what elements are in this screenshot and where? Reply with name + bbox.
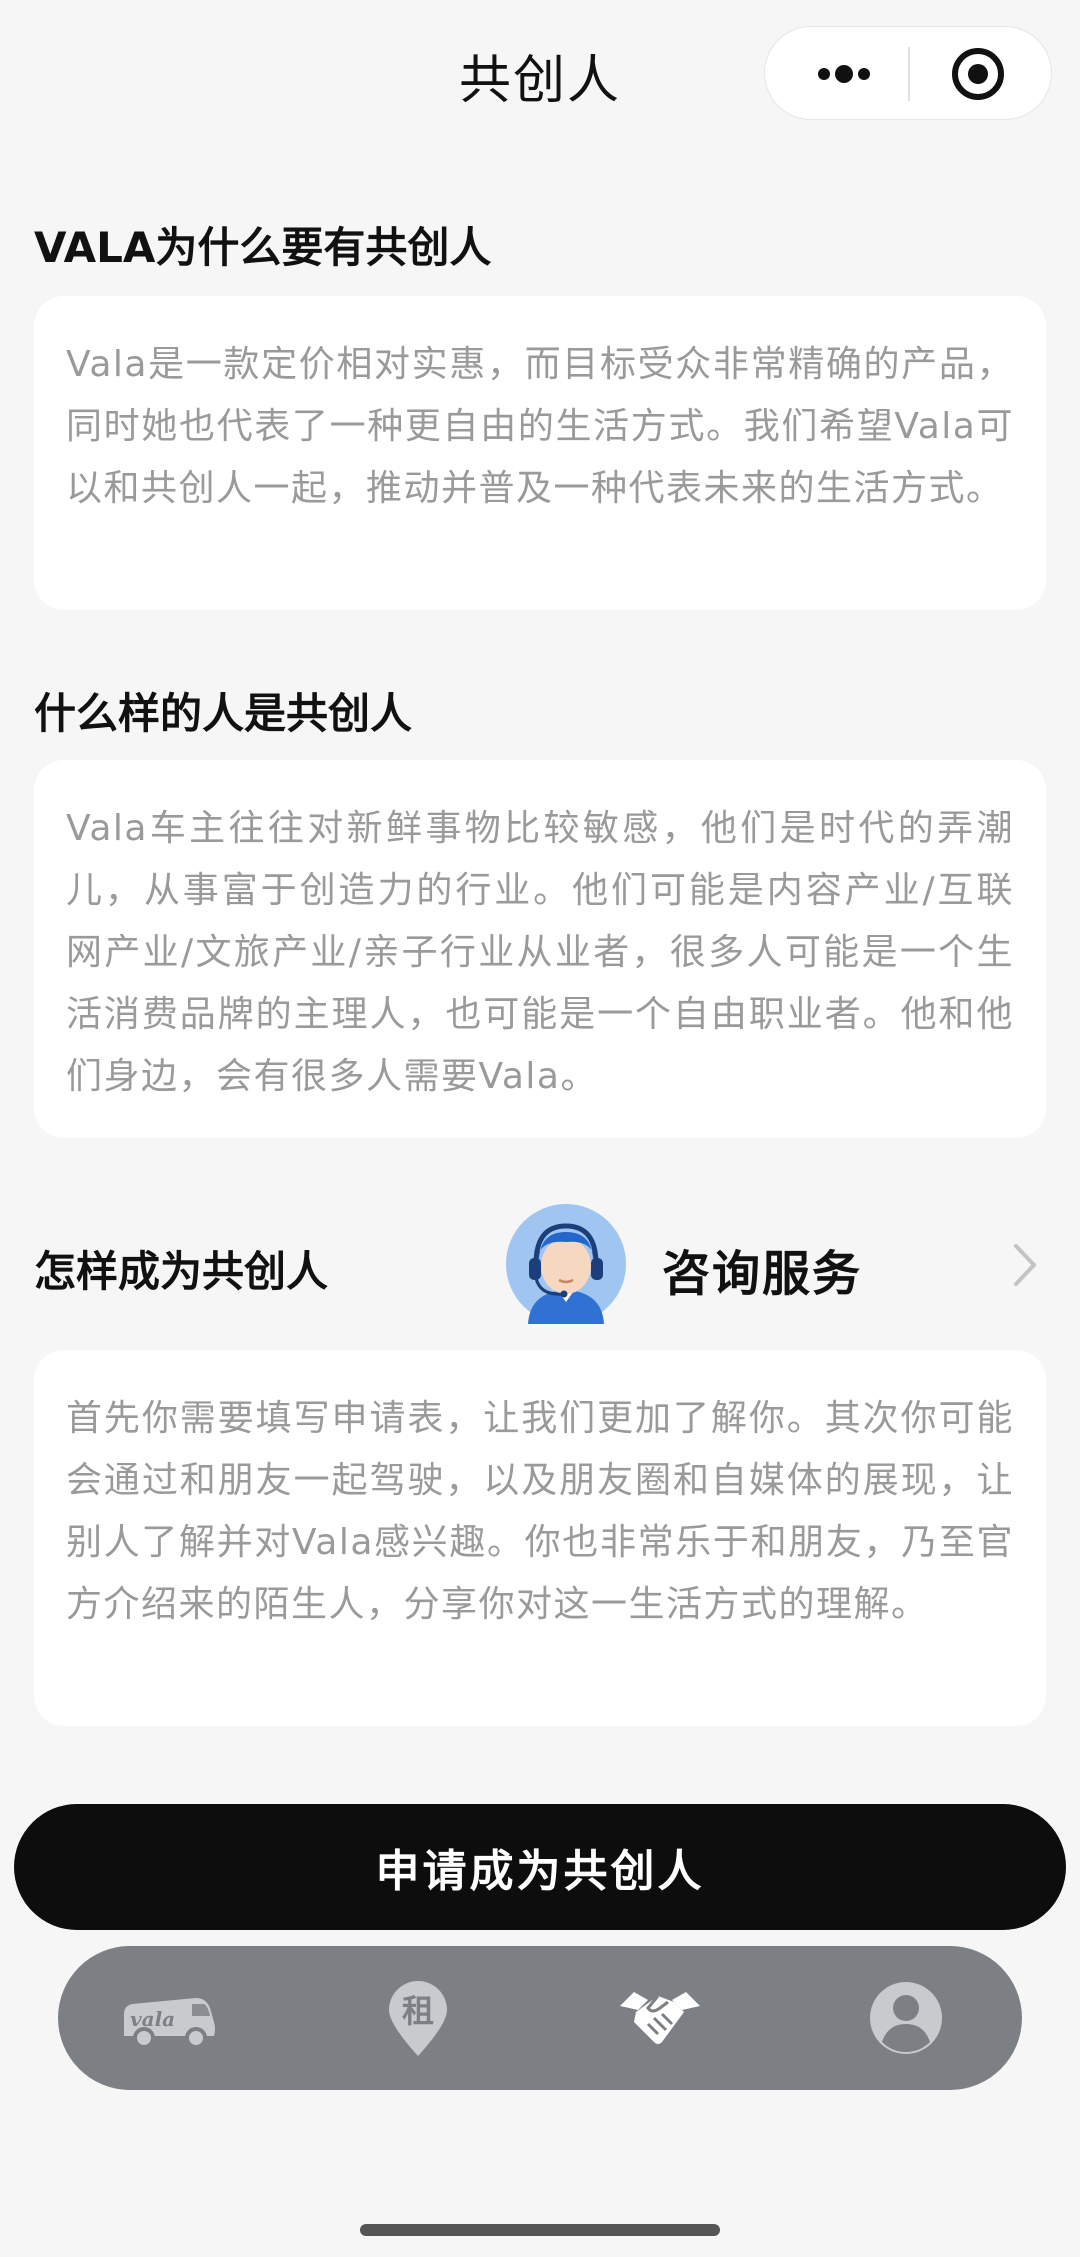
chevron-right-icon	[1014, 1244, 1036, 1286]
info-card-who: Vala车主往往对新鲜事物比较敏感，他们是时代的弄潮儿，从事富于创造力的行业。他…	[34, 760, 1046, 1138]
section-body-who: Vala车主往往对新鲜事物比较敏感，他们是时代的弄潮儿，从事富于创造力的行业。他…	[66, 808, 1014, 1097]
vala-logo-text: vala	[130, 2007, 175, 2031]
info-card-how: 首先你需要填写申请表，让我们更加了解你。其次你可能会通过和朋友一起驾驶，以及朋友…	[34, 1350, 1046, 1726]
consult-service-entry[interactable]: 咨询服务	[500, 1200, 1060, 1330]
info-card-why: Vala是一款定价相对实惠，而目标受众非常精确的产品，同时她也代表了一种更自由的…	[34, 296, 1046, 610]
target-close-icon	[952, 48, 1004, 100]
tab-rent[interactable]: 租	[338, 1946, 498, 2090]
bottom-tab-bar: vala 租	[58, 1946, 1022, 2090]
mini-program-capsule	[764, 26, 1052, 120]
more-button[interactable]	[809, 27, 879, 121]
apply-co-creator-button[interactable]: 申请成为共创人	[14, 1804, 1066, 1930]
section-title-how: 怎样成为共创人	[34, 1247, 329, 1296]
capsule-divider	[908, 47, 910, 101]
rent-pin-icon: 租	[389, 1981, 447, 2056]
section-title-why: VALA为什么要有共创人	[34, 223, 492, 272]
tab-vala[interactable]: vala	[88, 1946, 248, 2090]
user-icon	[870, 1982, 942, 2054]
close-button[interactable]	[943, 27, 1013, 121]
home-indicator	[360, 2224, 720, 2236]
section-title-who: 什么样的人是共创人	[34, 689, 413, 738]
tab-profile[interactable]	[826, 1946, 986, 2090]
consult-service-label: 咨询服务	[662, 1246, 863, 1302]
handshake-icon	[620, 1992, 700, 2044]
more-dots-icon	[818, 65, 870, 83]
customer-service-avatar-icon	[506, 1204, 626, 1324]
tab-co-creator[interactable]	[580, 1946, 740, 2090]
van-icon: vala	[124, 1998, 215, 2049]
rent-glyph-text: 租	[402, 1992, 434, 2030]
section-body-how: 首先你需要填写申请表，让我们更加了解你。其次你可能会通过和朋友一起驾驶，以及朋友…	[66, 1398, 1014, 1625]
section-body-why: Vala是一款定价相对实惠，而目标受众非常精确的产品，同时她也代表了一种更自由的…	[66, 344, 1014, 509]
